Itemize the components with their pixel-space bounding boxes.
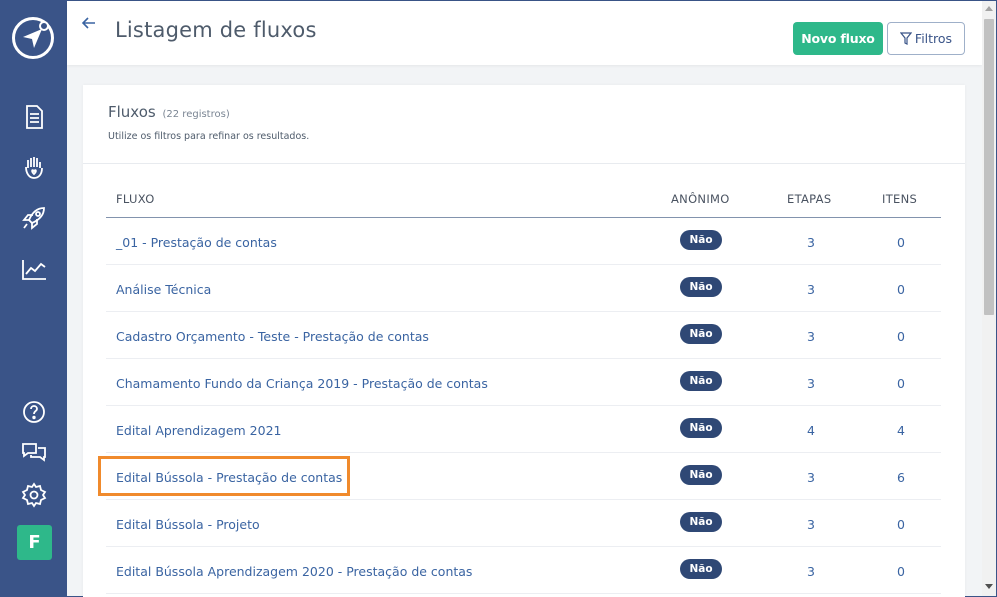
- nav-projects[interactable]: [20, 153, 48, 181]
- top-bar: Listagem de fluxos Novo fluxo Filtros: [67, 1, 982, 65]
- record-count: (22 registros): [162, 109, 230, 120]
- flow-link[interactable]: _01 - Prestação de contas: [116, 235, 277, 250]
- hand-heart-icon: [25, 157, 43, 179]
- items-count: 0: [897, 282, 905, 297]
- steps-count: 3: [807, 376, 815, 391]
- page-title: Listagem de fluxos: [115, 18, 317, 42]
- items-count: 0: [897, 564, 905, 579]
- anonymous-badge: Não: [680, 230, 722, 250]
- flow-link[interactable]: Cadastro Orçamento - Teste - Prestação d…: [116, 329, 429, 344]
- anonymous-badge: Não: [680, 277, 722, 297]
- table-row: Chamamento Fundo da Criança 2019 - Prest…: [106, 359, 941, 406]
- card-divider: [83, 163, 965, 164]
- scroll-down-arrow-icon[interactable]: [985, 584, 993, 589]
- table-row: Edital Bússola Aprendizagem 2020 - Prest…: [106, 547, 941, 594]
- anonymous-badge: Não: [680, 418, 722, 438]
- column-header-items[interactable]: ITENS: [882, 192, 917, 206]
- sidebar: F: [1, 1, 67, 596]
- flow-link[interactable]: Chamamento Fundo da Criança 2019 - Prest…: [116, 376, 488, 391]
- items-count: 0: [897, 517, 905, 532]
- nav-settings[interactable]: [20, 481, 48, 509]
- chat-icon: [22, 443, 46, 462]
- table-row: Cadastro Orçamento - Teste - Prestação d…: [106, 312, 941, 359]
- scroll-up-arrow-icon[interactable]: [985, 6, 993, 11]
- card-title: Fluxos (22 registros): [108, 103, 230, 121]
- table-row: Edital Bússola - Prestação de contas Não…: [106, 453, 941, 500]
- table-row: _01 - Prestação de contas Não 3 0: [106, 218, 941, 265]
- items-count: 4: [897, 423, 905, 438]
- items-count: 6: [897, 470, 905, 485]
- nav-help[interactable]: [20, 398, 48, 426]
- filter-icon: [899, 32, 912, 45]
- app-logo[interactable]: [12, 17, 54, 59]
- items-count: 0: [897, 235, 905, 250]
- flows-card: Fluxos (22 registros) Utilize os filtros…: [83, 85, 965, 597]
- nav-documents[interactable]: [20, 103, 48, 131]
- navigation-arrow-icon: [23, 21, 49, 48]
- steps-count: 3: [807, 282, 815, 297]
- help-icon: [23, 401, 45, 423]
- steps-count: 3: [807, 470, 815, 485]
- nav-launch[interactable]: [20, 204, 48, 232]
- steps-count: 3: [807, 564, 815, 579]
- table-row: Edital Aprendizagem 2021 Não 4 4: [106, 406, 941, 453]
- gear-icon: [21, 482, 47, 508]
- table-row: Edital Bússola - Projeto Não 3 0: [106, 500, 941, 547]
- table-row: Análise Técnica Não 3 0: [106, 265, 941, 312]
- anonymous-badge: Não: [680, 465, 722, 485]
- flow-link[interactable]: Edital Bússola - Projeto: [116, 517, 260, 532]
- flow-link[interactable]: Edital Bússola - Prestação de contas: [116, 470, 342, 485]
- rocket-icon: [22, 207, 45, 230]
- card-title-text: Fluxos: [108, 103, 156, 121]
- flow-link[interactable]: Análise Técnica: [116, 282, 211, 297]
- flow-link[interactable]: Edital Bússola Aprendizagem 2020 - Prest…: [116, 564, 472, 579]
- user-avatar[interactable]: F: [17, 525, 52, 560]
- steps-count: 4: [807, 423, 815, 438]
- column-header-steps[interactable]: ETAPAS: [787, 192, 831, 206]
- back-arrow-icon[interactable]: [79, 13, 99, 33]
- scrollbar-thumb[interactable]: [984, 19, 994, 315]
- chart-line-icon: [22, 260, 46, 280]
- column-header-anonymous[interactable]: ANÔNIMO: [671, 192, 730, 206]
- new-flow-button[interactable]: Novo fluxo: [793, 22, 883, 55]
- anonymous-badge: Não: [680, 559, 722, 579]
- anonymous-badge: Não: [680, 512, 722, 532]
- nav-chat[interactable]: [20, 438, 48, 466]
- items-count: 0: [897, 376, 905, 391]
- items-count: 0: [897, 329, 905, 344]
- filters-button[interactable]: Filtros: [887, 22, 965, 55]
- steps-count: 3: [807, 517, 815, 532]
- card-hint: Utilize os filtros para refinar os resul…: [108, 131, 310, 142]
- anonymous-badge: Não: [680, 371, 722, 391]
- filters-button-label: Filtros: [914, 31, 953, 46]
- flow-link[interactable]: Edital Aprendizagem 2021: [116, 423, 282, 438]
- anonymous-badge: Não: [680, 324, 722, 344]
- steps-count: 3: [807, 235, 815, 250]
- document-icon: [26, 105, 43, 129]
- steps-count: 3: [807, 329, 815, 344]
- nav-reports[interactable]: [20, 255, 48, 283]
- page-scrollbar[interactable]: [982, 1, 996, 596]
- column-header-flow[interactable]: FLUXO: [116, 192, 155, 206]
